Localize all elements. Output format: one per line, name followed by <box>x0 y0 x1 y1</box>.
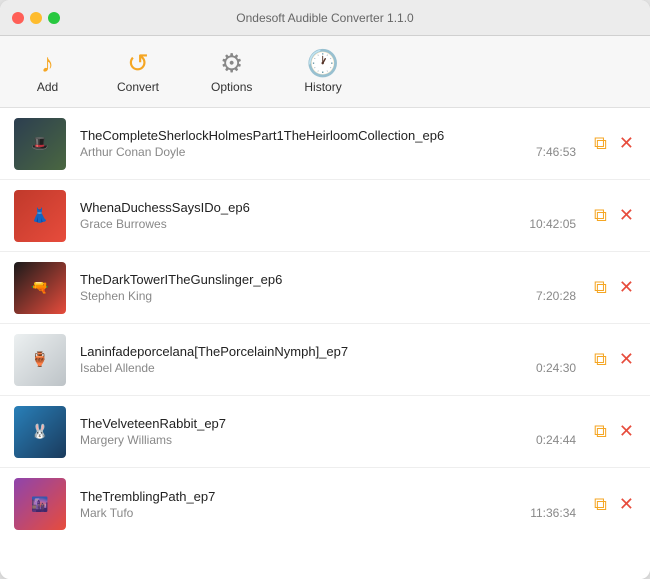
edit-button[interactable]: ⧉ <box>592 492 609 517</box>
item-title: TheVelveteenRabbit_ep7 <box>80 416 576 431</box>
delete-button[interactable]: ✕ <box>617 275 636 300</box>
item-author: Isabel Allende <box>80 361 155 375</box>
edit-button[interactable]: ⧉ <box>592 419 609 444</box>
item-title: TheDarkTowerITheGunslinger_ep6 <box>80 272 576 287</box>
content-list: 🎩 TheCompleteSherlockHolmesPart1TheHeirl… <box>0 108 650 579</box>
item-meta: Margery Williams 0:24:44 <box>80 433 576 447</box>
item-actions: ⧉ ✕ <box>592 203 636 228</box>
delete-button[interactable]: ✕ <box>617 203 636 228</box>
item-author: Arthur Conan Doyle <box>80 145 185 159</box>
edit-button[interactable]: ⧉ <box>592 203 609 228</box>
item-duration: 11:36:34 <box>530 506 576 520</box>
item-duration: 0:24:44 <box>536 433 576 447</box>
item-meta: Stephen King 7:20:28 <box>80 289 576 303</box>
item-info: TheTremblingPath_ep7 Mark Tufo 11:36:34 <box>80 489 576 520</box>
item-actions: ⧉ ✕ <box>592 419 636 444</box>
album-art: 🔫 <box>14 262 66 314</box>
album-art: 🌆 <box>14 478 66 530</box>
convert-icon: ↺ <box>127 50 149 76</box>
list-item: 🐰 TheVelveteenRabbit_ep7 Margery William… <box>0 396 650 468</box>
item-info: TheDarkTowerITheGunslinger_ep6 Stephen K… <box>80 272 576 303</box>
album-art: 🐰 <box>14 406 66 458</box>
history-toolbar-item[interactable]: 🕐 History <box>294 44 351 100</box>
edit-button[interactable]: ⧉ <box>592 275 609 300</box>
item-info: Laninfadeporcelana[ThePorcelainNymph]_ep… <box>80 344 576 375</box>
list-item: 🔫 TheDarkTowerITheGunslinger_ep6 Stephen… <box>0 252 650 324</box>
history-icon: 🕐 <box>307 50 339 76</box>
edit-button[interactable]: ⧉ <box>592 131 609 156</box>
item-info: TheCompleteSherlockHolmesPart1TheHeirloo… <box>80 128 576 159</box>
add-icon: ♪ <box>41 50 54 76</box>
history-label: History <box>304 80 341 94</box>
item-title: TheCompleteSherlockHolmesPart1TheHeirloo… <box>80 128 576 143</box>
list-item: 🌆 TheTremblingPath_ep7 Mark Tufo 11:36:3… <box>0 468 650 540</box>
list-item: 👗 WhenaDuchessSaysIDo_ep6 Grace Burrowes… <box>0 180 650 252</box>
item-duration: 10:42:05 <box>529 217 576 231</box>
item-author: Margery Williams <box>80 433 172 447</box>
item-duration: 7:20:28 <box>536 289 576 303</box>
list-item: 🏺 Laninfadeporcelana[ThePorcelainNymph]_… <box>0 324 650 396</box>
item-author: Grace Burrowes <box>80 217 167 231</box>
item-info: TheVelveteenRabbit_ep7 Margery Williams … <box>80 416 576 447</box>
item-actions: ⧉ ✕ <box>592 492 636 517</box>
add-label: Add <box>37 80 58 94</box>
delete-button[interactable]: ✕ <box>617 131 636 156</box>
item-actions: ⧉ ✕ <box>592 347 636 372</box>
item-actions: ⧉ ✕ <box>592 131 636 156</box>
convert-label: Convert <box>117 80 159 94</box>
options-toolbar-item[interactable]: ⚙ Options <box>201 44 262 100</box>
item-title: TheTremblingPath_ep7 <box>80 489 576 504</box>
item-duration: 7:46:53 <box>536 145 576 159</box>
list-item: 🎩 TheCompleteSherlockHolmesPart1TheHeirl… <box>0 108 650 180</box>
album-art: 🎩 <box>14 118 66 170</box>
minimize-button[interactable] <box>30 12 42 24</box>
delete-button[interactable]: ✕ <box>617 347 636 372</box>
delete-button[interactable]: ✕ <box>617 419 636 444</box>
app-window: Ondesoft Audible Converter 1.1.0 ♪ Add ↺… <box>0 0 650 579</box>
album-art: 👗 <box>14 190 66 242</box>
item-author: Mark Tufo <box>80 506 133 520</box>
window-title: Ondesoft Audible Converter 1.1.0 <box>236 11 413 25</box>
edit-button[interactable]: ⧉ <box>592 347 609 372</box>
convert-toolbar-item[interactable]: ↺ Convert <box>107 44 169 100</box>
title-bar: Ondesoft Audible Converter 1.1.0 <box>0 0 650 36</box>
delete-button[interactable]: ✕ <box>617 492 636 517</box>
item-actions: ⧉ ✕ <box>592 275 636 300</box>
close-button[interactable] <box>12 12 24 24</box>
item-title: Laninfadeporcelana[ThePorcelainNymph]_ep… <box>80 344 576 359</box>
item-title: WhenaDuchessSaysIDo_ep6 <box>80 200 576 215</box>
add-toolbar-item[interactable]: ♪ Add <box>20 44 75 100</box>
maximize-button[interactable] <box>48 12 60 24</box>
album-art: 🏺 <box>14 334 66 386</box>
item-meta: Arthur Conan Doyle 7:46:53 <box>80 145 576 159</box>
options-label: Options <box>211 80 252 94</box>
item-duration: 0:24:30 <box>536 361 576 375</box>
options-icon: ⚙ <box>220 50 243 76</box>
item-meta: Grace Burrowes 10:42:05 <box>80 217 576 231</box>
traffic-lights <box>12 12 60 24</box>
toolbar: ♪ Add ↺ Convert ⚙ Options 🕐 History <box>0 36 650 108</box>
item-info: WhenaDuchessSaysIDo_ep6 Grace Burrowes 1… <box>80 200 576 231</box>
item-meta: Mark Tufo 11:36:34 <box>80 506 576 520</box>
item-author: Stephen King <box>80 289 152 303</box>
item-meta: Isabel Allende 0:24:30 <box>80 361 576 375</box>
